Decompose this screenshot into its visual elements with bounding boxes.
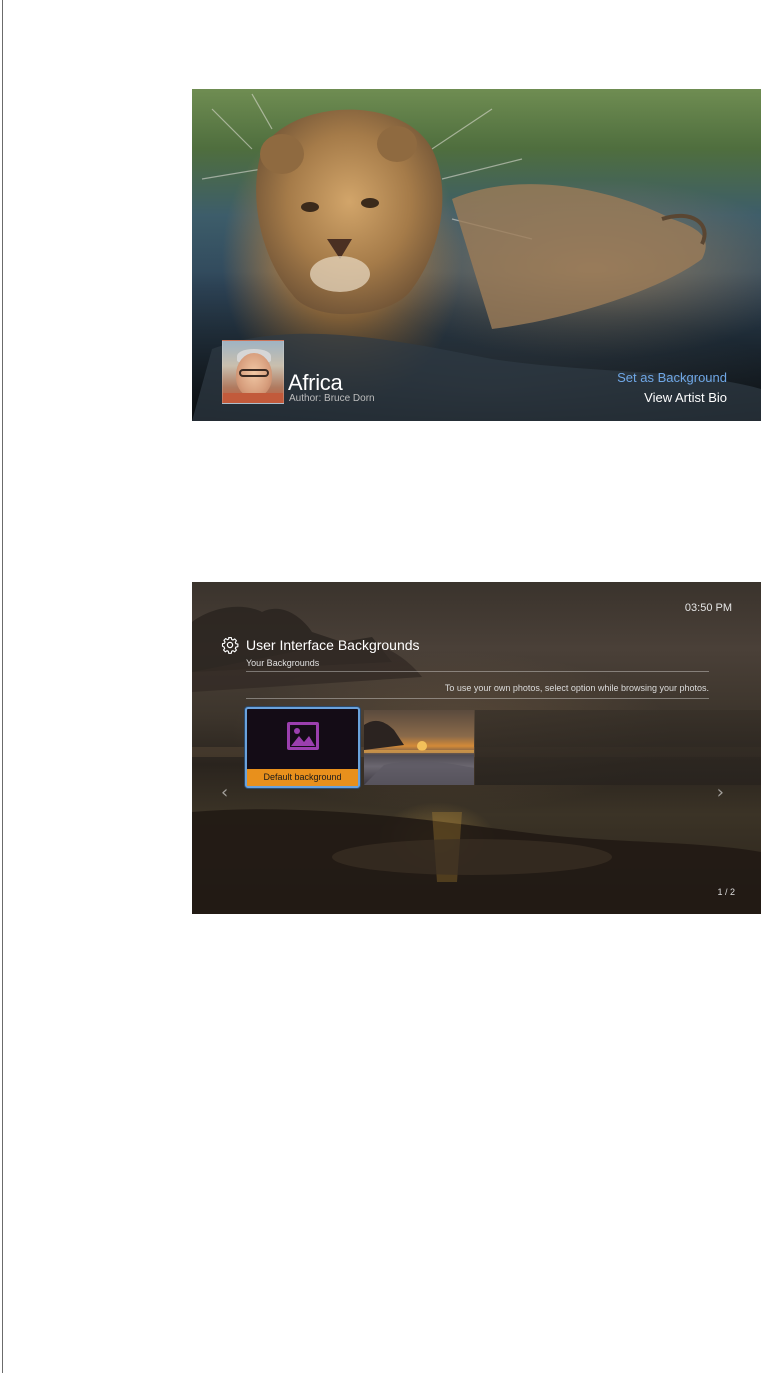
view-artist-bio-option[interactable]: View Artist Bio bbox=[644, 390, 727, 405]
page-margin-rule bbox=[2, 0, 3, 1373]
default-background-label: Default background bbox=[247, 769, 358, 786]
clock: 03:50 PM bbox=[684, 602, 732, 614]
album-author: Author: Bruce Dorn bbox=[289, 393, 375, 404]
divider-top bbox=[246, 671, 709, 672]
divider-bottom bbox=[246, 698, 709, 699]
previous-page-arrow[interactable]: ‹ bbox=[221, 782, 228, 803]
gear-icon bbox=[221, 636, 239, 654]
next-page-arrow[interactable]: › bbox=[717, 782, 724, 803]
artist-shirt bbox=[223, 393, 283, 403]
ui-backgrounds-screen: 03:50 PM User Interface Backgrounds Your… bbox=[192, 582, 761, 914]
artist-photo bbox=[222, 340, 284, 404]
empty-background-slot bbox=[475, 710, 761, 785]
default-background-thumbnail[interactable]: Default background bbox=[245, 707, 360, 788]
set-as-background-option[interactable]: Set as Background bbox=[617, 370, 727, 385]
artist-glasses bbox=[239, 369, 269, 377]
hint-text: To use your own photos, select option wh… bbox=[444, 683, 709, 693]
page-indicator: 1 / 2 bbox=[717, 887, 735, 897]
section-label: Your Backgrounds bbox=[246, 658, 320, 668]
sunset-background-thumbnail[interactable] bbox=[364, 710, 474, 785]
image-icon bbox=[287, 722, 319, 750]
sunset-photo bbox=[364, 720, 474, 785]
screen-title: User Interface Backgrounds bbox=[246, 637, 420, 653]
album-preview-screen: Africa Author: Bruce Dorn Set as Backgro… bbox=[192, 89, 761, 421]
